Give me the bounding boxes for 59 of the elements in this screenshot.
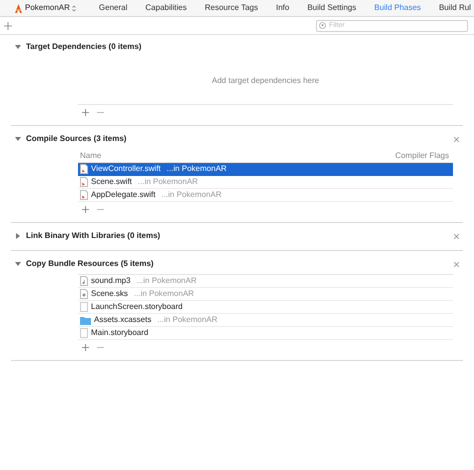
file-location: ...in PokemonAR xyxy=(134,288,194,300)
file-name: Main.storyboard xyxy=(91,327,148,339)
file-row[interactable]: Assets.xcassets ...in PokemonAR xyxy=(78,314,453,327)
disclosure-closed-icon[interactable] xyxy=(15,233,21,239)
file-location: ...in PokemonAR xyxy=(157,314,218,326)
column-header: Name xyxy=(80,150,102,162)
column-header: Compiler Flags xyxy=(395,150,449,162)
phase-title: Target Dependencies (0 items) xyxy=(26,41,142,53)
file-row[interactable]: sound.mp3 ...in PokemonAR xyxy=(78,275,453,288)
swift-file-icon xyxy=(80,177,88,187)
add-icon[interactable] xyxy=(4,22,12,30)
file-row[interactable]: Main.storyboard xyxy=(78,327,453,340)
file-row[interactable]: LaunchScreen.storyboard xyxy=(78,301,453,314)
file-location: ...in PokemonAR xyxy=(161,189,222,201)
file-location: ...in PokemonAR xyxy=(138,176,198,188)
filter-icon xyxy=(319,22,326,29)
tab[interactable]: General xyxy=(90,0,136,16)
audio-file-icon xyxy=(80,276,88,286)
app-icon xyxy=(14,4,23,12)
disclosure-open-icon[interactable] xyxy=(15,261,21,267)
file-name: sound.mp3 xyxy=(91,275,131,287)
file-row[interactable]: ViewController.swift ...in PokemonAR xyxy=(78,163,453,176)
tab[interactable]: Build Phases xyxy=(365,0,430,16)
file-row[interactable]: Scene.sks ...in PokemonAR xyxy=(78,288,453,301)
folder-icon xyxy=(80,316,91,324)
swift-file-icon xyxy=(80,164,88,174)
close-icon[interactable] xyxy=(454,234,459,238)
tab[interactable]: Build Rul xyxy=(430,0,474,16)
phase-title: Compile Sources (3 items) xyxy=(26,133,126,145)
close-icon[interactable] xyxy=(454,136,459,142)
file-name: ViewController.swift xyxy=(91,163,161,175)
file-row[interactable]: Scene.swift ...in PokemonAR xyxy=(78,176,453,189)
scene-file-icon xyxy=(80,289,88,299)
add-icon[interactable] xyxy=(82,108,89,116)
empty-message: Add target dependencies here xyxy=(212,74,320,86)
file-location: ...in PokemonAR xyxy=(136,275,197,287)
file-name: Assets.xcassets xyxy=(94,314,152,326)
file-name: Scene.sks xyxy=(91,288,128,300)
target-selector[interactable]: PokemonAR xyxy=(14,2,76,14)
document-icon xyxy=(80,302,88,312)
disclosure-open-icon[interactable] xyxy=(15,44,21,50)
tab[interactable]: Capabilities xyxy=(136,0,196,16)
disclosure-open-icon[interactable] xyxy=(15,136,21,142)
tab[interactable]: Build Settings xyxy=(298,0,366,16)
file-name: AppDelegate.swift xyxy=(91,189,156,201)
tab[interactable]: Info xyxy=(266,0,298,16)
phase-title: Link Binary With Libraries (0 items) xyxy=(26,230,160,242)
up-down-icon xyxy=(72,4,76,12)
add-icon[interactable] xyxy=(82,206,89,212)
file-location: ...in PokemonAR xyxy=(166,163,227,175)
file-name: LaunchScreen.storyboard xyxy=(91,301,183,313)
file-name: Scene.swift xyxy=(91,176,132,188)
tab[interactable]: Resource Tags xyxy=(196,0,267,16)
swift-file-icon xyxy=(80,190,88,200)
close-icon[interactable] xyxy=(454,262,459,266)
phase-title: Copy Bundle Resources (5 items) xyxy=(26,258,154,270)
add-icon[interactable] xyxy=(82,344,89,350)
document-icon xyxy=(80,328,88,338)
file-row[interactable]: AppDelegate.swift ...in PokemonAR xyxy=(78,189,453,202)
